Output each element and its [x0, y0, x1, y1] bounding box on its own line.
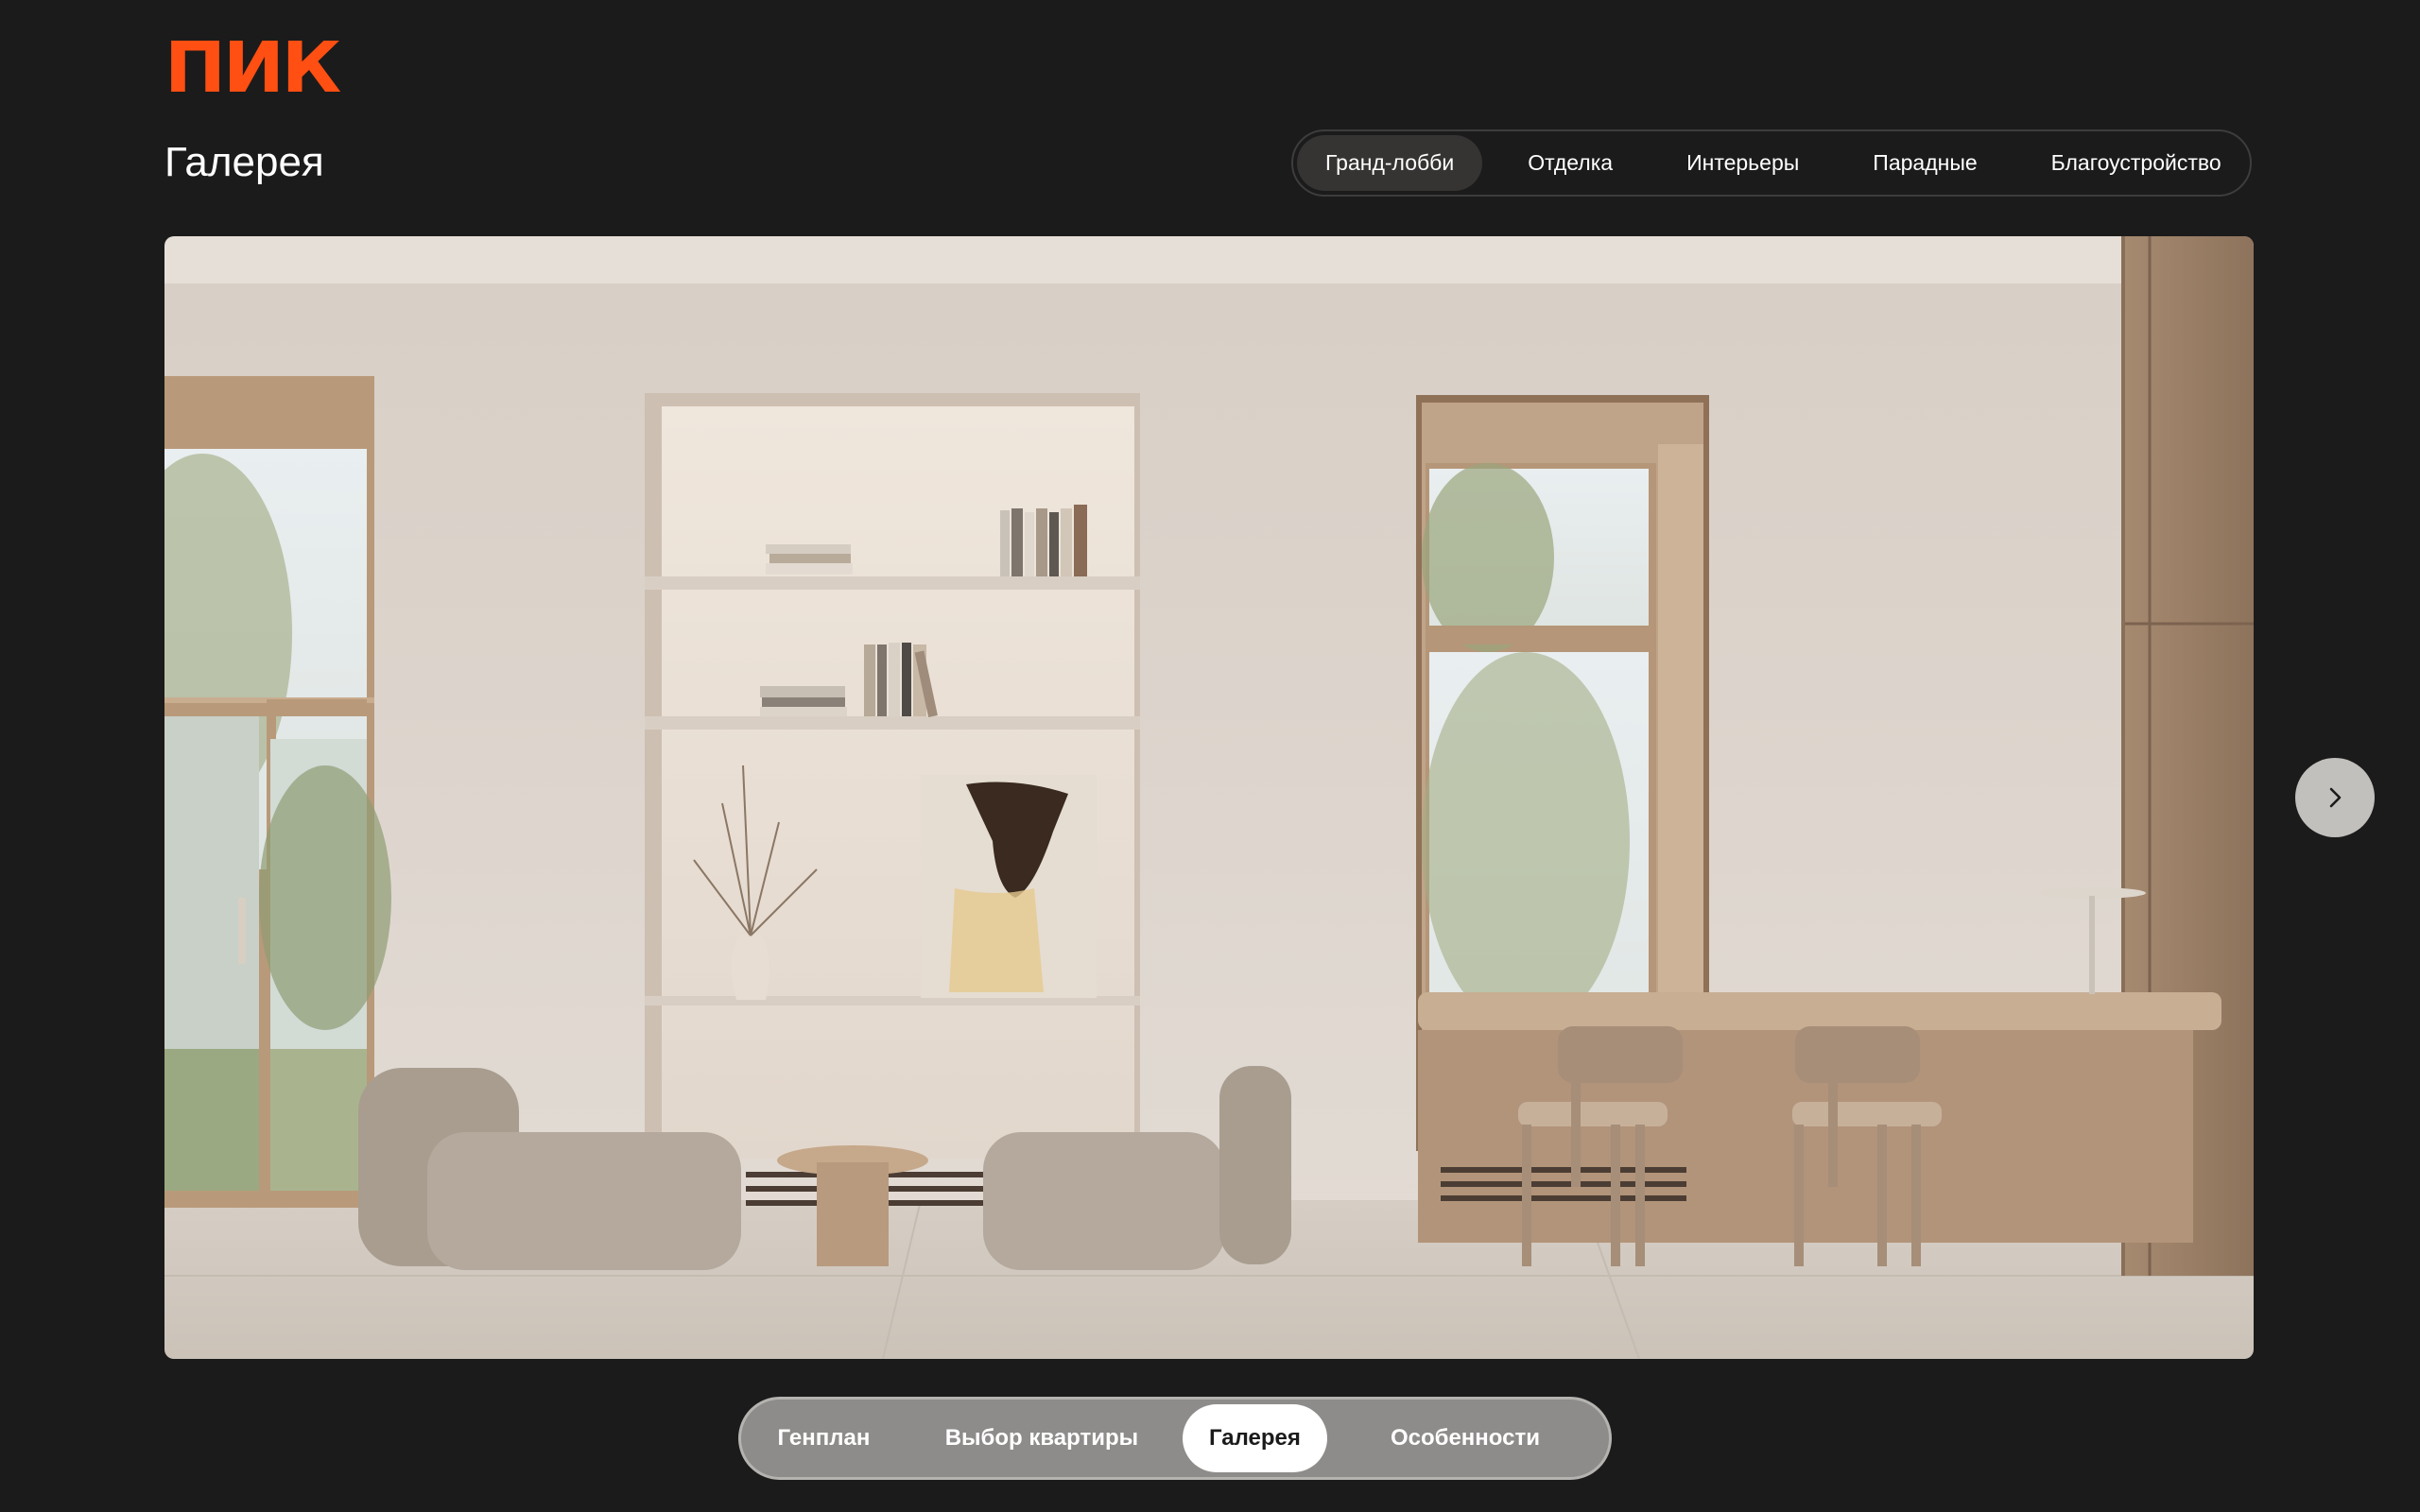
next-image-button[interactable]	[2295, 758, 2375, 837]
nav-features[interactable]: Особенности	[1327, 1404, 1603, 1472]
page-title: Галерея	[164, 139, 324, 185]
nav-apartment-select[interactable]: Выбор квартиры	[901, 1404, 1183, 1472]
nav-masterplan[interactable]: Генплан	[747, 1404, 901, 1472]
tab-interiors[interactable]: Интерьеры	[1658, 135, 1827, 191]
tab-landscaping[interactable]: Благоустройство	[2023, 135, 2250, 191]
tab-grand-lobby[interactable]: Гранд-лобби	[1297, 135, 1483, 191]
gallery-main-image	[164, 236, 2254, 1359]
nav-gallery[interactable]: Галерея	[1182, 1404, 1327, 1472]
tab-entrances[interactable]: Парадные	[1844, 135, 2005, 191]
gallery-category-tabs: Гранд-лобби Отделка Интерьеры Парадные Б…	[1291, 129, 2252, 197]
section-nav: Генплан Выбор квартиры Галерея Особеннос…	[738, 1397, 1612, 1480]
tab-finishing[interactable]: Отделка	[1499, 135, 1641, 191]
chevron-right-icon	[2329, 787, 2342, 808]
pik-logo[interactable]: ПИК	[164, 33, 341, 103]
lobby-interior-render	[164, 236, 2254, 1359]
